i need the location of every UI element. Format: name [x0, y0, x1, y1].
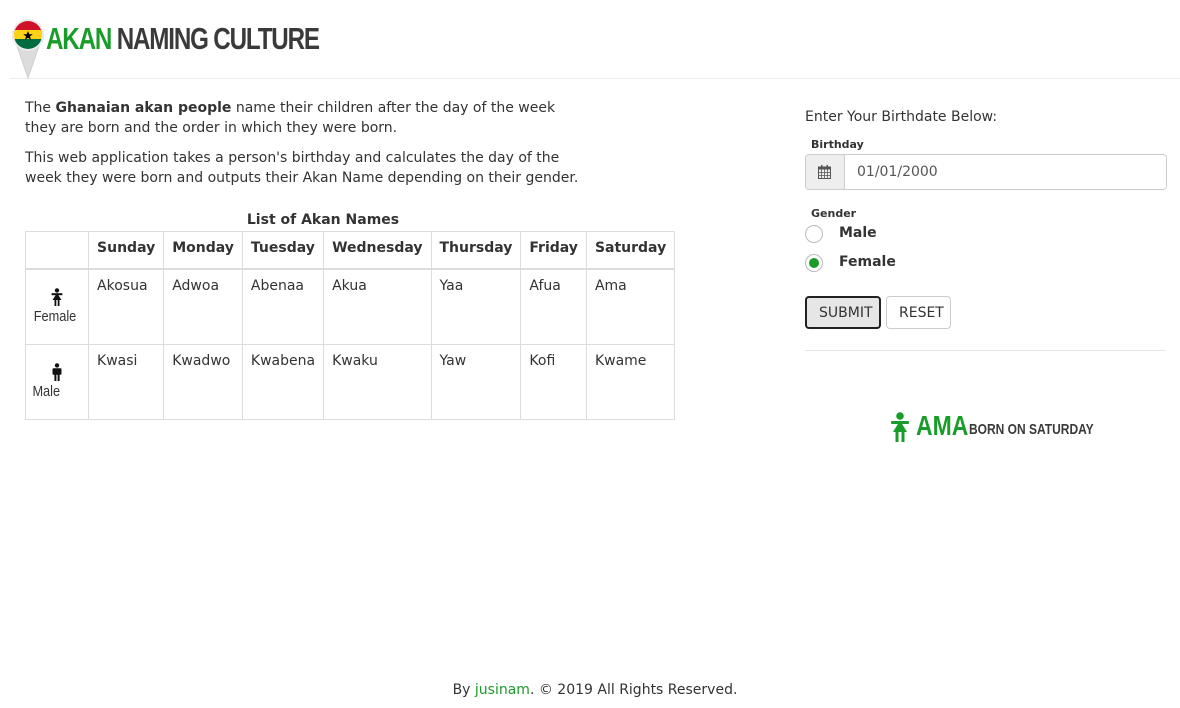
col-tuesday: Tuesday [241, 231, 325, 270]
male-radio[interactable] [805, 225, 823, 243]
female-icon [51, 288, 63, 306]
female-radio-label[interactable]: Female [839, 254, 896, 270]
birthday-form: Enter Your Birthdate Below: Birthday Gen… [805, 108, 1167, 351]
result-name: AMA [916, 410, 969, 441]
akan-names-table: Sunday Monday Tuesday Wednesday Thursday… [24, 231, 676, 420]
col-wednesday: Wednesday [323, 231, 432, 270]
table-row-male: Male Kwasi Kwadwo Kwabena Kwaku Yaw Kofi… [24, 344, 676, 420]
intro-text: The Ghanaian akan people name their chil… [25, 98, 585, 198]
table-cell: Yaw [430, 344, 522, 420]
form-prompt: Enter Your Birthdate Below: [805, 109, 998, 125]
table-cell: Kwaku [323, 344, 432, 420]
col-monday: Monday [163, 231, 243, 270]
intro-paragraph-2: This web application takes a person's bi… [25, 150, 579, 186]
site-title: AKAN NAMING CULTURE [46, 21, 320, 56]
table-cell: Kwame [585, 344, 676, 420]
male-icon [52, 363, 62, 381]
calendar-icon [818, 165, 831, 179]
site-header: AKAN NAMING CULTURE [10, 18, 1180, 80]
calendar-addon [806, 155, 845, 189]
ghana-flag-pin-icon [12, 19, 44, 80]
row-label-female: Female [24, 268, 90, 345]
intro-paragraph-1: The Ghanaian akan people name their chil… [25, 100, 556, 136]
table-caption: List of Akan Names [246, 212, 400, 228]
submit-button[interactable]: SUBMIT [805, 296, 881, 329]
male-radio-label[interactable]: Male [839, 225, 877, 241]
table-cell: Kwabena [241, 344, 325, 420]
corner-cell [24, 231, 90, 270]
table-cell: Kofi [520, 344, 587, 420]
female-icon [891, 412, 909, 442]
col-saturday: Saturday [585, 231, 676, 270]
result-born-on: BORN ON SATURDAY [969, 421, 1094, 438]
table-row-female: Female Akosua Adwoa Abenaa Akua Yaa Afua… [24, 268, 676, 345]
birthday-label: Birthday [811, 138, 864, 151]
footer: By jusinam. © 2019 All Rights Reserved. [452, 682, 738, 698]
table-cell: Ama [585, 268, 676, 345]
col-thursday: Thursday [430, 231, 522, 270]
row-label-male: Male [24, 344, 90, 420]
table-cell: Akosua [88, 268, 165, 345]
table-cell: Yaa [430, 268, 522, 345]
table-cell: Kwasi [88, 344, 165, 420]
table-cell: Afua [520, 268, 587, 345]
birthday-input-group [805, 154, 1167, 190]
form-divider [805, 350, 1165, 351]
table-cell: Akua [323, 268, 432, 345]
reset-button[interactable]: RESET [886, 296, 951, 329]
table-cell: Kwadwo [163, 344, 243, 420]
table-cell: Abenaa [241, 268, 325, 345]
table-header-row: Sunday Monday Tuesday Wednesday Thursday… [24, 231, 676, 270]
author-link[interactable]: jusinam [475, 682, 530, 698]
col-friday: Friday [520, 231, 587, 270]
birthday-input[interactable] [845, 155, 1166, 189]
female-radio[interactable] [805, 254, 823, 272]
gender-label: Gender [811, 207, 857, 220]
table-cell: Adwoa [163, 268, 243, 345]
col-sunday: Sunday [88, 231, 165, 270]
